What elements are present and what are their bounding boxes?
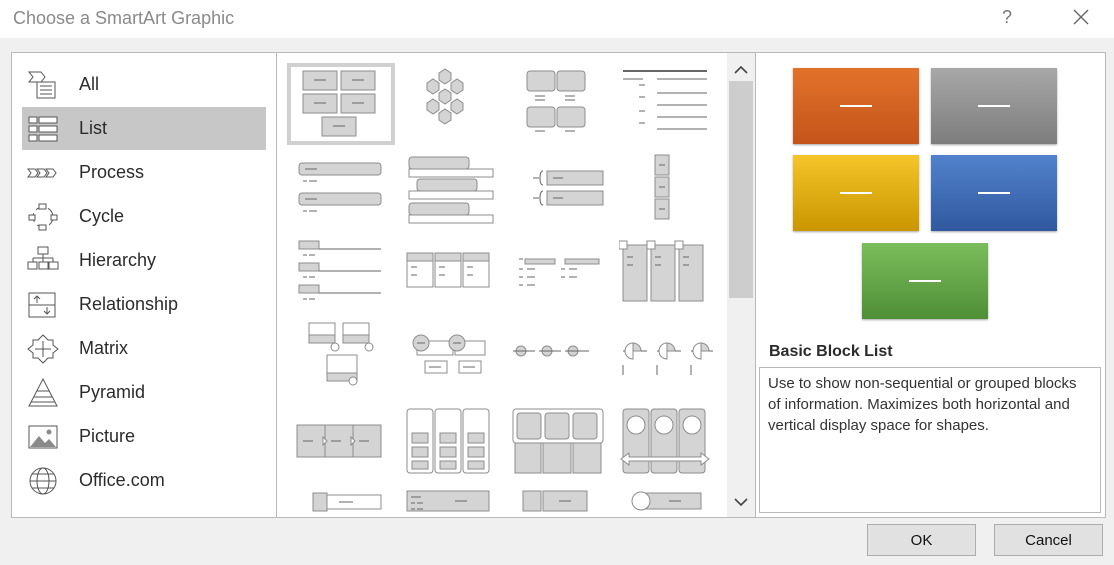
preview-block <box>862 243 988 319</box>
preview-block <box>793 68 919 144</box>
layout-circle-column-arrow[interactable] <box>619 405 717 481</box>
relationship-icon <box>28 292 56 318</box>
scroll-up-icon[interactable] <box>727 57 755 83</box>
layout-column-blocks[interactable] <box>399 405 497 481</box>
category-list-item[interactable]: List <box>22 107 266 150</box>
layout-vertical-bracket-list[interactable] <box>509 237 607 313</box>
layout-title: Basic Block List <box>769 343 893 360</box>
layout-grid-blocks[interactable] <box>509 405 607 481</box>
all-icon <box>27 71 56 99</box>
category-hierarchy[interactable]: Hierarchy <box>22 239 266 282</box>
layout-picture-caption-list[interactable] <box>619 237 717 313</box>
preview-block <box>931 155 1057 231</box>
layout-lined-list[interactable] <box>617 67 715 143</box>
help-button[interactable]: ? <box>1002 7 1012 28</box>
category-relationship[interactable]: Relationship <box>22 283 266 326</box>
category-cycle[interactable]: Cycle <box>22 195 266 238</box>
preview-pane: Basic Block List Use to show non-sequent… <box>757 53 1105 517</box>
category-matrix[interactable]: Matrix <box>22 327 266 370</box>
layout-box-label-list[interactable] <box>509 489 607 517</box>
scroll-down-icon[interactable] <box>727 489 755 515</box>
layout-circle-chain-list[interactable] <box>509 321 607 397</box>
category-pyramid[interactable]: Pyramid <box>22 371 266 414</box>
cancel-button[interactable]: Cancel <box>994 524 1103 556</box>
layout-circle-accent-blocks[interactable] <box>289 321 387 397</box>
category-process[interactable]: Process <box>22 151 266 194</box>
layout-vertical-bullet-list[interactable] <box>289 153 387 229</box>
category-list: All List Process Cycle Hierarchy Relatio… <box>12 53 277 517</box>
cycle-icon <box>28 203 58 231</box>
title-bar: Choose a SmartArt Graphic ? <box>0 0 1114 38</box>
category-all[interactable]: All <box>22 63 266 106</box>
layout-table-list[interactable] <box>289 237 387 313</box>
layout-vertical-box-list[interactable] <box>399 153 497 229</box>
layout-half-circle-list[interactable] <box>617 321 715 397</box>
hierarchy-icon <box>27 246 59 270</box>
layout-bracket-list[interactable] <box>509 153 607 229</box>
gallery-scrollbar[interactable] <box>727 53 756 517</box>
close-icon[interactable] <box>1068 4 1094 30</box>
process-icon <box>27 168 57 178</box>
layout-stacked-list[interactable] <box>617 153 715 229</box>
layout-description: Use to show non-sequential or grouped bl… <box>759 367 1101 513</box>
layout-circle-label-list[interactable] <box>399 321 497 397</box>
dialog-body: All List Process Cycle Hierarchy Relatio… <box>11 52 1106 518</box>
layout-hexagon-cluster[interactable] <box>399 67 497 143</box>
picture-icon <box>28 425 58 449</box>
layout-tab-list[interactable] <box>289 489 387 517</box>
category-office-com[interactable]: Office.com <box>22 459 266 502</box>
matrix-icon <box>27 334 59 364</box>
layout-basic-block-list[interactable] <box>287 63 395 145</box>
layout-circle-tab-list[interactable] <box>617 489 715 517</box>
layout-bullet-tab-list[interactable] <box>399 489 497 517</box>
category-picture[interactable]: Picture <box>22 415 266 458</box>
scrollbar-thumb[interactable] <box>729 81 753 298</box>
preview-block <box>931 68 1057 144</box>
pyramid-icon <box>28 378 58 407</box>
layout-arrow-boxes[interactable] <box>289 405 387 481</box>
layout-grouped-blocks[interactable] <box>507 67 605 143</box>
ok-button[interactable]: OK <box>867 524 976 556</box>
layout-gallery <box>277 53 727 517</box>
globe-icon <box>29 467 57 495</box>
dialog-title: Choose a SmartArt Graphic <box>13 8 235 28</box>
list-icon <box>28 116 58 142</box>
preview-block <box>793 155 919 231</box>
layout-horizontal-bullet-list[interactable] <box>399 237 497 313</box>
